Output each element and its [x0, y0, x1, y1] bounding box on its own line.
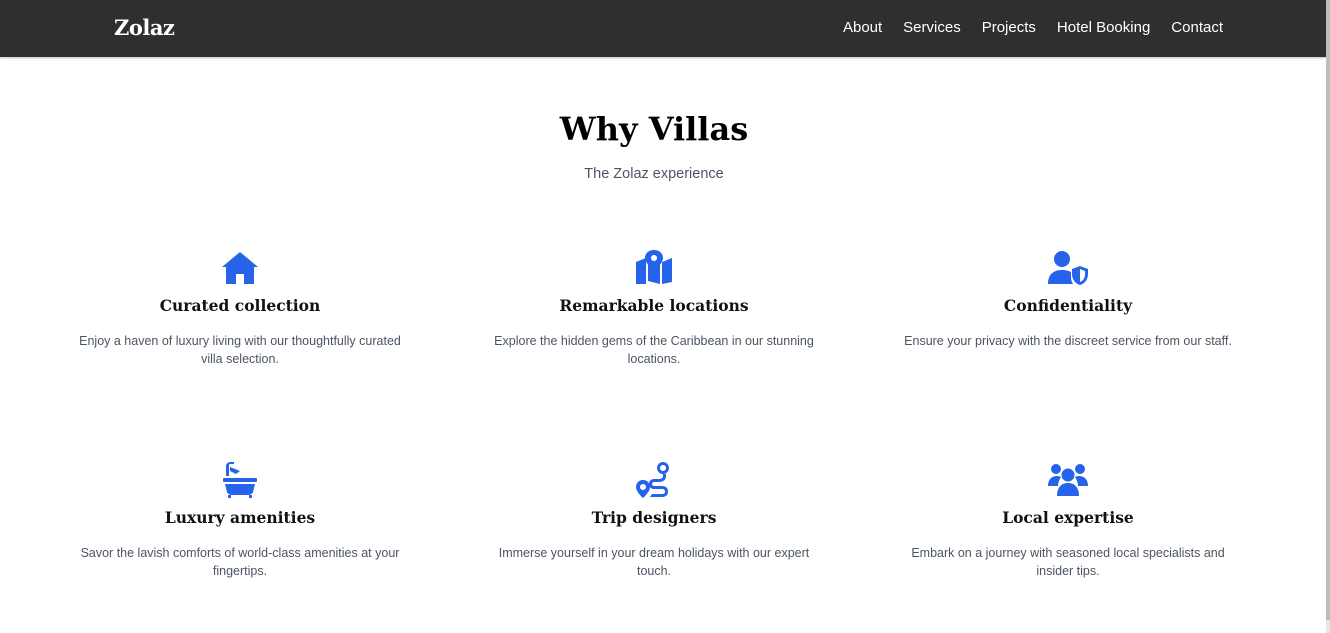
nav-link-services[interactable]: Services [903, 18, 961, 38]
nav-item-about: About [843, 18, 882, 38]
page-scrollbar[interactable] [1326, 0, 1330, 633]
feature-title: Local expertise [1002, 508, 1134, 527]
scrollbar-thumb[interactable] [1326, 0, 1330, 620]
nav-link-about[interactable]: About [843, 18, 882, 38]
feature-title: Luxury amenities [164, 508, 316, 527]
page: Zolaz About Services Projects Hotel Book… [0, 0, 1330, 633]
feature-description: Ensure your privacy with the discreet se… [904, 334, 1232, 348]
nav-link-hotel-booking[interactable]: Hotel Booking [1057, 18, 1150, 38]
feature-title: Trip designers [591, 508, 717, 527]
bath-icon [220, 462, 260, 498]
feature-description: Savor the lavish comforts of world-class… [80, 546, 400, 578]
feature-description: Immerse yourself in your dream holidays … [498, 546, 810, 578]
nav-item-contact: Contact [1171, 18, 1223, 38]
feature-remarkable-locations: Remarkable locations Explore the hidden … [489, 250, 819, 368]
feature-local-expertise: Local expertise Embark on a journey with… [903, 462, 1233, 580]
route-icon [634, 462, 674, 498]
feature-curated-collection: Curated collection Enjoy a haven of luxu… [75, 250, 405, 368]
nav-link-projects[interactable]: Projects [982, 18, 1036, 38]
nav-item-hotel-booking: Hotel Booking [1057, 18, 1150, 38]
house-icon [220, 250, 260, 286]
nav-item-projects: Projects [982, 18, 1036, 38]
feature-description: Embark on a journey with seasoned local … [911, 546, 1225, 578]
section-title: Why Villas [559, 110, 749, 148]
nav-item-services: Services [903, 18, 961, 38]
top-navbar: Zolaz About Services Projects Hotel Book… [0, 0, 1326, 57]
feature-description: Explore the hidden gems of the Caribbean… [494, 334, 814, 366]
feature-title: Curated collection [159, 296, 321, 315]
brand-logo[interactable]: Zolaz [114, 14, 175, 42]
feature-title: Confidentiality [1003, 296, 1133, 315]
feature-trip-designers: Trip designers Immerse yourself in your … [489, 462, 819, 580]
users-icon [1048, 462, 1088, 498]
feature-description: Enjoy a haven of luxury living with our … [79, 334, 401, 366]
feature-confidentiality: Confidentiality Ensure your privacy with… [903, 250, 1233, 350]
user-shield-icon [1048, 250, 1088, 286]
nav-menu: About Services Projects Hotel Booking Co… [843, 18, 1223, 38]
nav-link-contact[interactable]: Contact [1171, 18, 1223, 38]
section-subtitle: The Zolaz experience [584, 166, 724, 182]
feature-title: Remarkable locations [559, 296, 749, 315]
map-location-icon [634, 250, 674, 286]
feature-luxury-amenities: Luxury amenities Savor the lavish comfor… [75, 462, 405, 580]
